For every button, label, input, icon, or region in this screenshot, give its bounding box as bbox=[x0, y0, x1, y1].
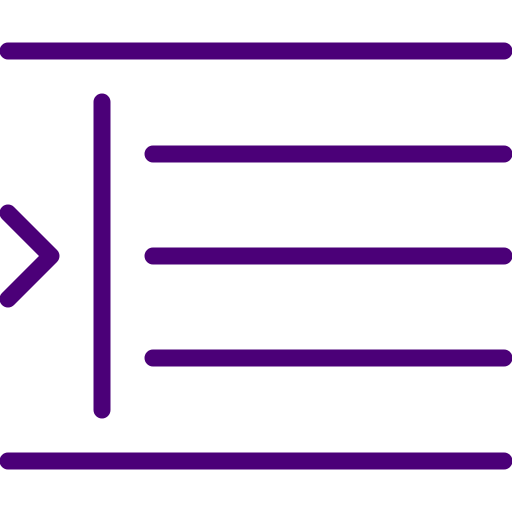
indent-increase-icon bbox=[0, 42, 512, 470]
icon-canvas bbox=[0, 0, 512, 512]
chevron-right-icon bbox=[0, 204, 60, 308]
